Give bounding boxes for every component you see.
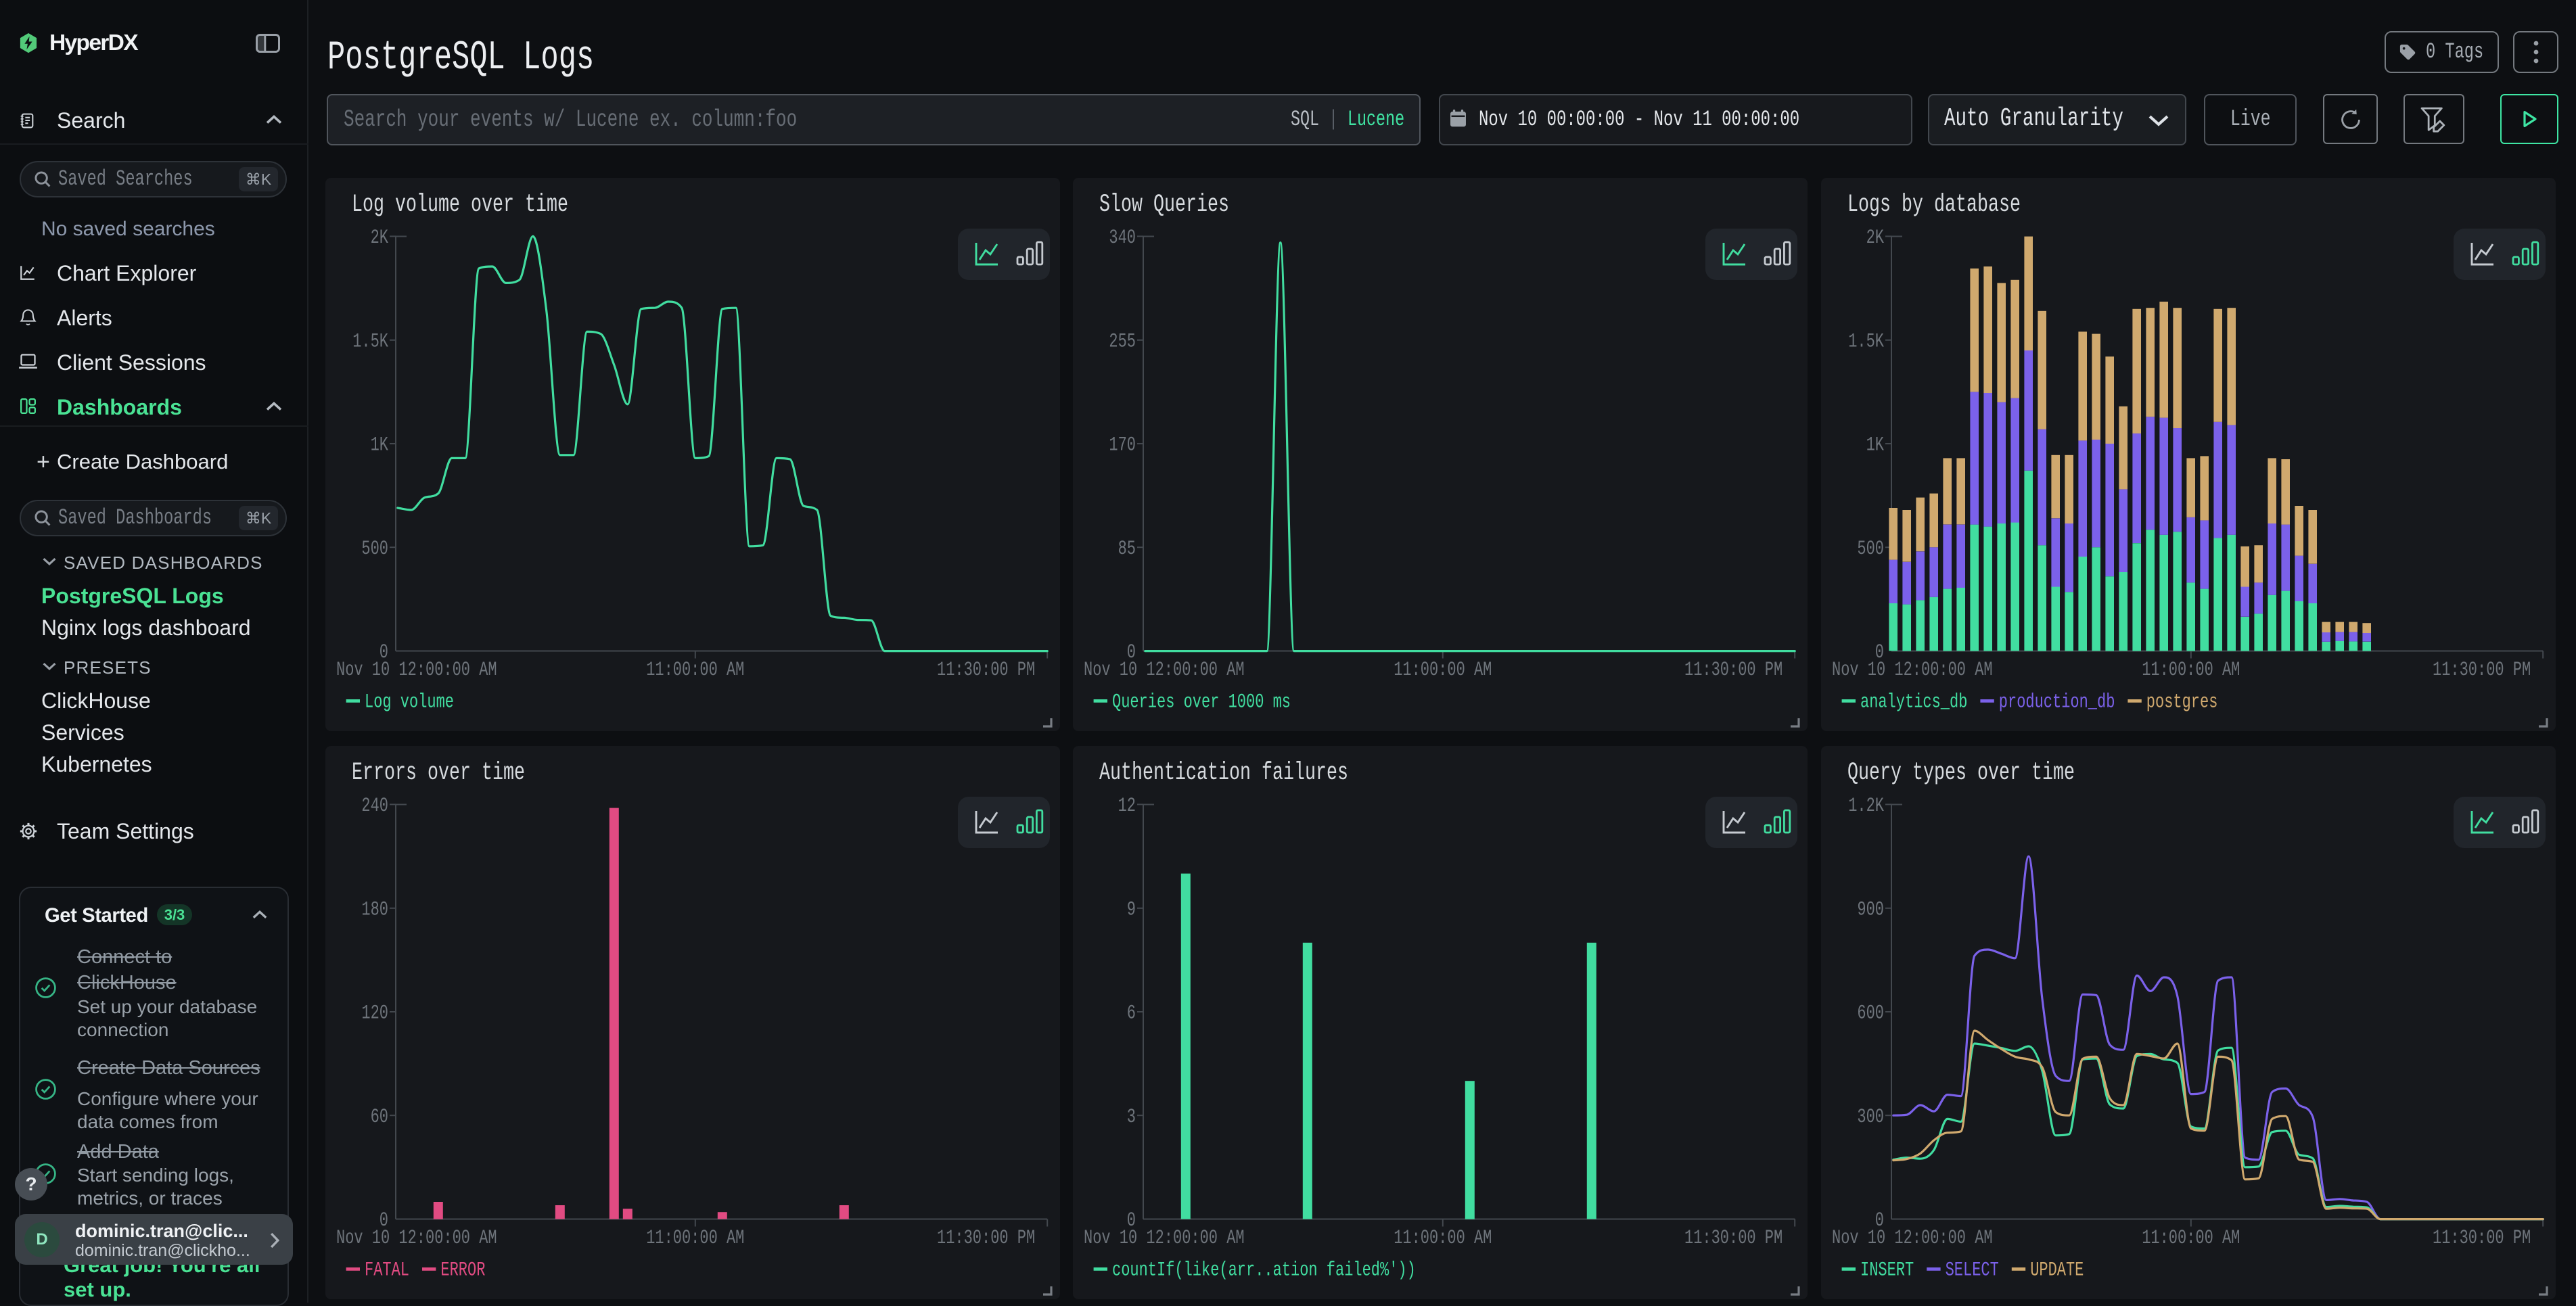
svg-text:11:30:00 PM: 11:30:00 PM	[2433, 659, 2531, 682]
svg-text:SELECT: SELECT	[1946, 1259, 1999, 1282]
svg-text:11:30:00 PM: 11:30:00 PM	[1684, 1227, 1782, 1250]
svg-text:11:00:00 AM: 11:00:00 AM	[1394, 1227, 1492, 1250]
svg-text:Nov 10 12:00:00 AM: Nov 10 12:00:00 AM	[1084, 1227, 1245, 1250]
svg-text:11:00:00 AM: 11:00:00 AM	[1394, 659, 1492, 682]
svg-text:300: 300	[1857, 1105, 1884, 1128]
svg-text:1K: 1K	[1866, 434, 1884, 457]
svg-text:11:00:00 AM: 11:00:00 AM	[2142, 659, 2240, 682]
svg-text:600: 600	[1857, 1002, 1884, 1025]
svg-text:3: 3	[1127, 1105, 1136, 1128]
svg-text:Nov 10 12:00:00 AM: Nov 10 12:00:00 AM	[1832, 1227, 1993, 1250]
svg-text:180: 180	[361, 898, 388, 921]
svg-text:11:30:00 PM: 11:30:00 PM	[2433, 1227, 2531, 1250]
svg-text:1.5K: 1.5K	[352, 330, 388, 353]
svg-text:Nov 10 12:00:00 AM: Nov 10 12:00:00 AM	[336, 1227, 497, 1250]
svg-text:60: 60	[371, 1105, 388, 1128]
svg-text:240: 240	[361, 795, 388, 818]
svg-text:Nov 10 12:00:00 AM: Nov 10 12:00:00 AM	[336, 659, 497, 682]
svg-text:2K: 2K	[371, 227, 388, 250]
svg-text:Nov 10 12:00:00 AM: Nov 10 12:00:00 AM	[1832, 659, 1993, 682]
svg-text:postgres: postgres	[2146, 691, 2218, 714]
svg-text:11:30:00 PM: 11:30:00 PM	[937, 1227, 1035, 1250]
svg-text:1K: 1K	[371, 434, 388, 457]
svg-text:500: 500	[361, 538, 388, 561]
svg-text:Nov 10 12:00:00 AM: Nov 10 12:00:00 AM	[1084, 659, 1245, 682]
svg-text:Queries over 1000 ms: Queries over 1000 ms	[1112, 691, 1291, 714]
svg-text:Authentication failures: Authentication failures	[1099, 759, 1348, 787]
svg-text:1.5K: 1.5K	[1848, 330, 1884, 353]
svg-text:255: 255	[1109, 330, 1136, 353]
svg-text:countIf(like(arr..ation failed: countIf(like(arr..ation failed%'))	[1112, 1259, 1416, 1282]
svg-text:11:00:00 AM: 11:00:00 AM	[646, 659, 744, 682]
svg-text:1.2K: 1.2K	[1848, 795, 1884, 818]
svg-text:Slow Queries: Slow Queries	[1099, 191, 1229, 219]
svg-text:11:30:00 PM: 11:30:00 PM	[937, 659, 1035, 682]
svg-text:UPDATE: UPDATE	[2030, 1259, 2084, 1282]
svg-text:12: 12	[1118, 795, 1136, 818]
svg-text:120: 120	[361, 1002, 388, 1025]
svg-text:Errors over time: Errors over time	[352, 759, 525, 787]
svg-text:Log volume over time: Log volume over time	[352, 191, 568, 219]
svg-text:11:00:00 AM: 11:00:00 AM	[646, 1227, 744, 1250]
svg-text:Logs by database: Logs by database	[1847, 191, 2021, 219]
svg-text:production_db: production_db	[1999, 691, 2115, 714]
svg-text:11:00:00 AM: 11:00:00 AM	[2142, 1227, 2240, 1250]
svg-text:FATAL: FATAL	[365, 1259, 409, 1282]
svg-text:Log volume: Log volume	[365, 691, 454, 714]
svg-text:340: 340	[1109, 227, 1136, 250]
svg-text:Query types over time: Query types over time	[1847, 759, 2075, 787]
svg-text:500: 500	[1857, 538, 1884, 561]
svg-text:analytics_db: analytics_db	[1860, 691, 1967, 714]
svg-text:170: 170	[1109, 434, 1136, 457]
svg-text:85: 85	[1118, 538, 1136, 561]
svg-text:9: 9	[1127, 898, 1136, 921]
svg-text:INSERT: INSERT	[1860, 1259, 1914, 1282]
svg-text:6: 6	[1127, 1002, 1136, 1025]
svg-text:900: 900	[1857, 898, 1884, 921]
svg-text:11:30:00 PM: 11:30:00 PM	[1684, 659, 1782, 682]
svg-text:ERROR: ERROR	[440, 1259, 485, 1282]
svg-text:2K: 2K	[1866, 227, 1884, 250]
